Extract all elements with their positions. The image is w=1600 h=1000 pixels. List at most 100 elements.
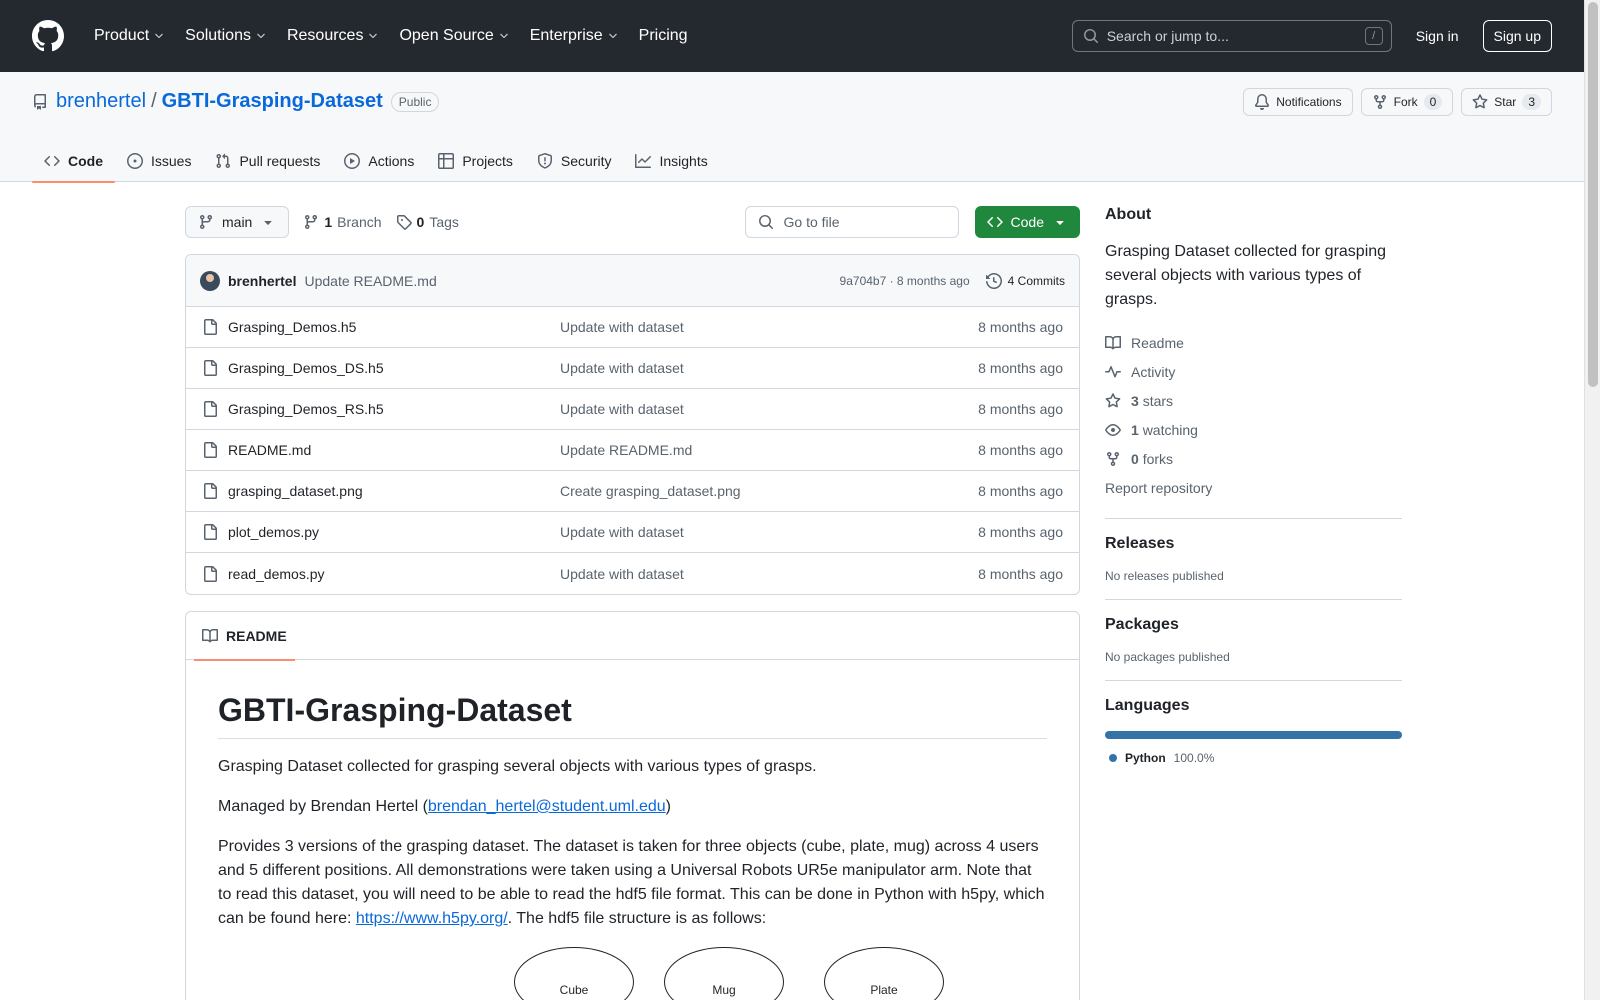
- stars-link[interactable]: 3 stars: [1105, 386, 1402, 415]
- go-to-file-input[interactable]: Go to file: [744, 206, 959, 238]
- tab-security[interactable]: Security: [525, 140, 624, 182]
- file-commit-message-link[interactable]: Update with dataset: [560, 524, 684, 540]
- forks-link[interactable]: 0 forks: [1105, 444, 1402, 473]
- nav-product[interactable]: Product: [86, 21, 173, 51]
- repo-name-link[interactable]: GBTI-Grasping-Dataset: [162, 90, 383, 113]
- readme-body: GBTI-Grasping-Dataset Grasping Dataset c…: [186, 660, 1079, 1000]
- graph-icon: [635, 154, 652, 168]
- file-icon: [204, 442, 217, 458]
- scrollbar-thumb[interactable]: [1588, 2, 1598, 387]
- releases-empty: No releases published: [1105, 569, 1224, 583]
- languages-heading: Languages: [1105, 697, 1190, 714]
- tab-insights[interactable]: Insights: [623, 140, 719, 182]
- table-row[interactable]: plot_demos.py Update with dataset 8 months…: [186, 512, 1079, 553]
- divider: [1105, 680, 1402, 681]
- file-name-link[interactable]: Grasping_Demos_DS.h5: [228, 360, 560, 376]
- file-commit-age: 8 months ago: [978, 442, 1063, 458]
- shield-icon: [537, 153, 552, 169]
- file-name-link[interactable]: README.md: [228, 442, 560, 458]
- file-name-link[interactable]: read_demos.py: [228, 566, 560, 582]
- table-row[interactable]: Grasping_Demos_DS.h5 Update with dataset 8…: [186, 348, 1079, 389]
- file-commit-message-link[interactable]: Update with dataset: [560, 401, 684, 417]
- commit-message-link[interactable]: Update README.md: [304, 273, 436, 289]
- file-name-link[interactable]: Grasping_Demos_RS.h5: [228, 401, 560, 417]
- issue-icon: [127, 153, 143, 169]
- star-button[interactable]: Star 3: [1461, 88, 1552, 116]
- table-row[interactable]: read_demos.py Update with dataset 8 months…: [186, 553, 1079, 594]
- language-bar: [1105, 731, 1402, 739]
- packages-heading[interactable]: Packages: [1105, 616, 1402, 634]
- activity-link[interactable]: Activity: [1105, 357, 1402, 386]
- file-name-link[interactable]: Grasping_Demos.h5: [228, 319, 560, 335]
- branch-icon: [199, 215, 212, 230]
- language-color-dot: [1109, 754, 1117, 762]
- nav-enterprise[interactable]: Enterprise: [522, 21, 627, 51]
- fork-icon: [1107, 451, 1119, 466]
- file-icon: [204, 360, 217, 376]
- commits-history-link[interactable]: 4 Commits: [985, 272, 1065, 289]
- tab-projects[interactable]: Projects: [426, 140, 525, 182]
- file-icon: [204, 565, 217, 582]
- table-row[interactable]: grasping_dataset.png Create grasping_data…: [186, 471, 1079, 512]
- readme-tab[interactable]: README: [194, 612, 295, 661]
- table-row[interactable]: Grasping_Demos.h5 Update with dataset 8 mo…: [186, 307, 1079, 348]
- search-placeholder: Search or jump to...: [1106, 28, 1229, 44]
- chevron-down-icon: [369, 33, 378, 39]
- table-row[interactable]: Grasping_Demos_RS.h5 Update with dataset 8…: [186, 389, 1079, 430]
- tab-actions[interactable]: Actions: [332, 140, 426, 182]
- watching-link[interactable]: 1 watching: [1105, 415, 1402, 444]
- notifications-button[interactable]: Notifications: [1243, 88, 1353, 116]
- commit-author-link[interactable]: brenhertel: [228, 273, 296, 289]
- commit-hash-time[interactable]: 9a704b7 · 8 months ago: [840, 274, 970, 288]
- branch-icon: [305, 215, 318, 230]
- file-commit-message-link[interactable]: Update with dataset: [560, 360, 684, 376]
- file-commit-message-link[interactable]: Update README.md: [560, 442, 692, 458]
- file-commit-message-link[interactable]: Update with dataset: [560, 566, 684, 582]
- hdf5-structure-diagram: Cube Mug Plate: [218, 947, 1047, 1000]
- tags-link[interactable]: 0 Tags: [396, 214, 459, 230]
- releases-heading[interactable]: Releases: [1105, 535, 1402, 553]
- caret-down-icon: [1056, 221, 1064, 225]
- page-scrollbar[interactable]: [1584, 0, 1600, 1000]
- fork-count: 0: [1423, 94, 1443, 110]
- file-list: Grasping_Demos.h5 Update with dataset 8 mo…: [186, 307, 1079, 594]
- fork-button[interactable]: Fork 0: [1360, 88, 1454, 116]
- branches-link[interactable]: 1 Branch: [303, 214, 382, 230]
- maintainer-email-link[interactable]: brendan_hertel@student.uml.edu: [428, 798, 666, 815]
- readme-intro: Grasping Dataset collected for grasping …: [218, 758, 817, 775]
- repo-owner-link[interactable]: brenhertel: [56, 90, 146, 113]
- h5py-link[interactable]: https://www.h5py.org/: [356, 910, 508, 927]
- language-item-python[interactable]: Python 100.0%: [1105, 751, 1402, 765]
- diagram-node-cube: Cube: [514, 947, 634, 1000]
- sign-in-link[interactable]: Sign in: [1416, 22, 1459, 50]
- history-icon: [985, 272, 1002, 289]
- nav-open-source[interactable]: Open Source: [391, 21, 517, 51]
- sign-up-button[interactable]: Sign up: [1482, 20, 1552, 52]
- nav-solutions[interactable]: Solutions: [177, 21, 275, 51]
- search-input[interactable]: Search or jump to... /: [1071, 20, 1392, 52]
- file-commit-age: 8 months ago: [978, 360, 1063, 376]
- repo-icon: [34, 93, 46, 110]
- main-content: main 1 Branch 0 Tags Go to file Code bre…: [185, 206, 1080, 1000]
- tab-issues[interactable]: Issues: [115, 140, 203, 182]
- report-repository-link[interactable]: Report repository: [1105, 473, 1402, 502]
- nav-pricing[interactable]: Pricing: [631, 21, 696, 51]
- branch-select-button[interactable]: main: [185, 206, 290, 238]
- tab-pull-requests[interactable]: Pull requests: [203, 140, 332, 182]
- file-name-link[interactable]: plot_demos.py: [228, 524, 560, 540]
- readme-link[interactable]: Readme: [1105, 328, 1402, 357]
- avatar[interactable]: [200, 270, 220, 291]
- search-icon: [1083, 29, 1098, 44]
- file-name-link[interactable]: grasping_dataset.png: [228, 483, 560, 499]
- github-logo-icon[interactable]: [32, 20, 64, 52]
- file-commit-message-link[interactable]: Update with dataset: [560, 319, 684, 335]
- chevron-down-icon: [155, 33, 163, 39]
- nav-resources[interactable]: Resources: [279, 21, 387, 51]
- tab-code[interactable]: Code: [32, 140, 115, 183]
- star-icon: [1105, 392, 1121, 407]
- file-commit-message-link[interactable]: Create grasping_dataset.png: [560, 483, 741, 499]
- file-icon: [204, 401, 217, 417]
- table-row[interactable]: README.md Update README.md 8 months ago: [186, 430, 1079, 471]
- pull-request-icon: [216, 153, 231, 169]
- code-dropdown-button[interactable]: Code: [974, 206, 1080, 238]
